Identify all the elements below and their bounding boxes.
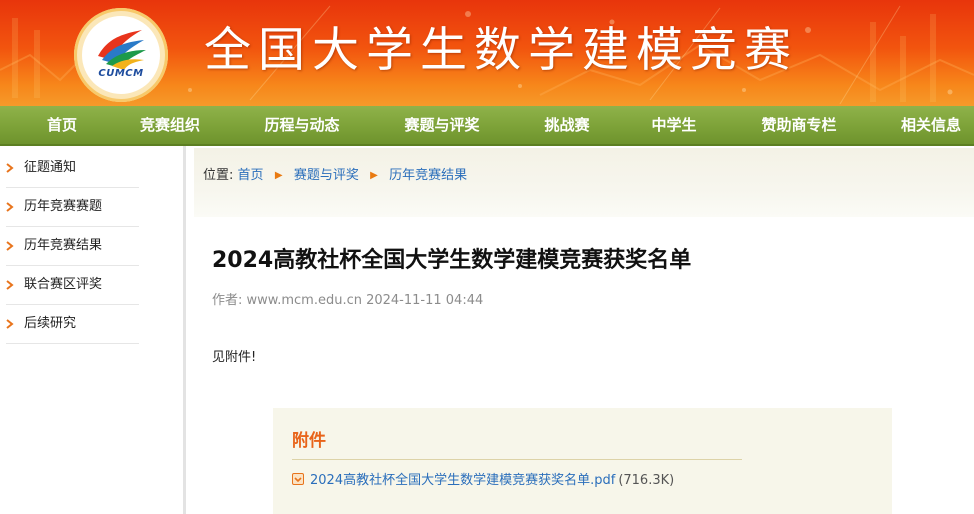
sidebar-item-label: 联合赛区评奖 [24,277,103,292]
breadcrumb-link-problems-awards[interactable]: 赛题与评奖 [294,168,359,183]
nav-item-related-info[interactable]: 相关信息 [888,106,974,144]
sidebar-item-past-problems[interactable]: 历年竞赛赛题 [6,188,139,227]
chevron-right-icon: ▶ [370,170,378,181]
sidebar-item-joint-region-awards[interactable]: 联合赛区评奖 [6,266,139,305]
sidebar-item-follow-up-research[interactable]: 后续研究 [6,305,139,344]
nav-item-home[interactable]: 首页 [24,106,100,144]
attachments-panel: 附件 2024高教社杯全国大学生数学建模竞赛获奖名单.pdf (716.3K) [273,408,892,514]
chevron-right-icon [6,163,14,173]
sidebar-item-label: 历年竞赛赛题 [24,199,103,214]
nav-item-high-school[interactable]: 中学生 [638,106,710,144]
logo-text: CUMCM [98,68,144,79]
attachment-size: (716.3K) [618,473,675,488]
chevron-right-icon [6,202,14,212]
breadcrumb-prefix: 位置: [203,168,234,183]
breadcrumb-link-home[interactable]: 首页 [238,168,264,183]
sidebar-item-label: 历年竞赛结果 [24,238,103,253]
chevron-right-icon [6,241,14,251]
logo-ribbon-icon [98,30,146,70]
sidebar: 征题通知 历年竞赛赛题 历年竞赛结果 联合赛区评奖 后续研究 [0,146,186,514]
site-banner: CUMCM 全国大学生数学建模竞赛 [0,0,974,106]
nav-item-history[interactable]: 历程与动态 [248,106,356,144]
sidebar-item-label: 后续研究 [24,316,77,331]
nav-item-problems-awards[interactable]: 赛题与评奖 [388,106,496,144]
nav-item-organization[interactable]: 竞赛组织 [126,106,214,144]
attachment-link[interactable]: 2024高教社杯全国大学生数学建模竞赛获奖名单.pdf [310,473,615,488]
article-body: 见附件! [212,350,257,365]
article-meta: 作者: www.mcm.edu.cn 2024-11-11 04:44 [212,293,484,308]
site-title: 全国大学生数学建模竞赛 [204,23,798,78]
article-title: 2024高教社杯全国大学生数学建模竞赛获奖名单 [212,248,692,273]
breadcrumb: 位置: 首页 ▶ 赛题与评奖 ▶ 历年竞赛结果 [203,168,467,184]
chevron-right-icon: ▶ [274,170,283,181]
sidebar-divider [183,146,186,514]
main-nav: 首页 竞赛组织 历程与动态 赛题与评奖 挑战赛 中学生 赞助商专栏 相关信息 [0,106,974,146]
sidebar-item-past-results[interactable]: 历年竞赛结果 [6,227,139,266]
nav-item-sponsors[interactable]: 赞助商专栏 [746,106,852,144]
sidebar-item-call-for-problems[interactable]: 征题通知 [6,149,139,188]
site-logo[interactable]: CUMCM [74,8,168,102]
chevron-right-icon [6,280,14,290]
sidebar-item-label: 征题通知 [24,160,77,175]
attachment-item: 2024高教社杯全国大学生数学建模竞赛获奖名单.pdf (716.3K) [292,472,674,490]
breadcrumb-bar: 位置: 首页 ▶ 赛题与评奖 ▶ 历年竞赛结果 [194,148,974,217]
breadcrumb-link-past-results[interactable]: 历年竞赛结果 [389,168,467,183]
nav-item-challenge[interactable]: 挑战赛 [530,106,604,144]
attachments-heading: 附件 [292,431,326,451]
chevron-right-icon [6,319,14,329]
download-icon [292,473,304,485]
attachments-divider [292,459,742,460]
logo-emblem: CUMCM [82,16,160,94]
